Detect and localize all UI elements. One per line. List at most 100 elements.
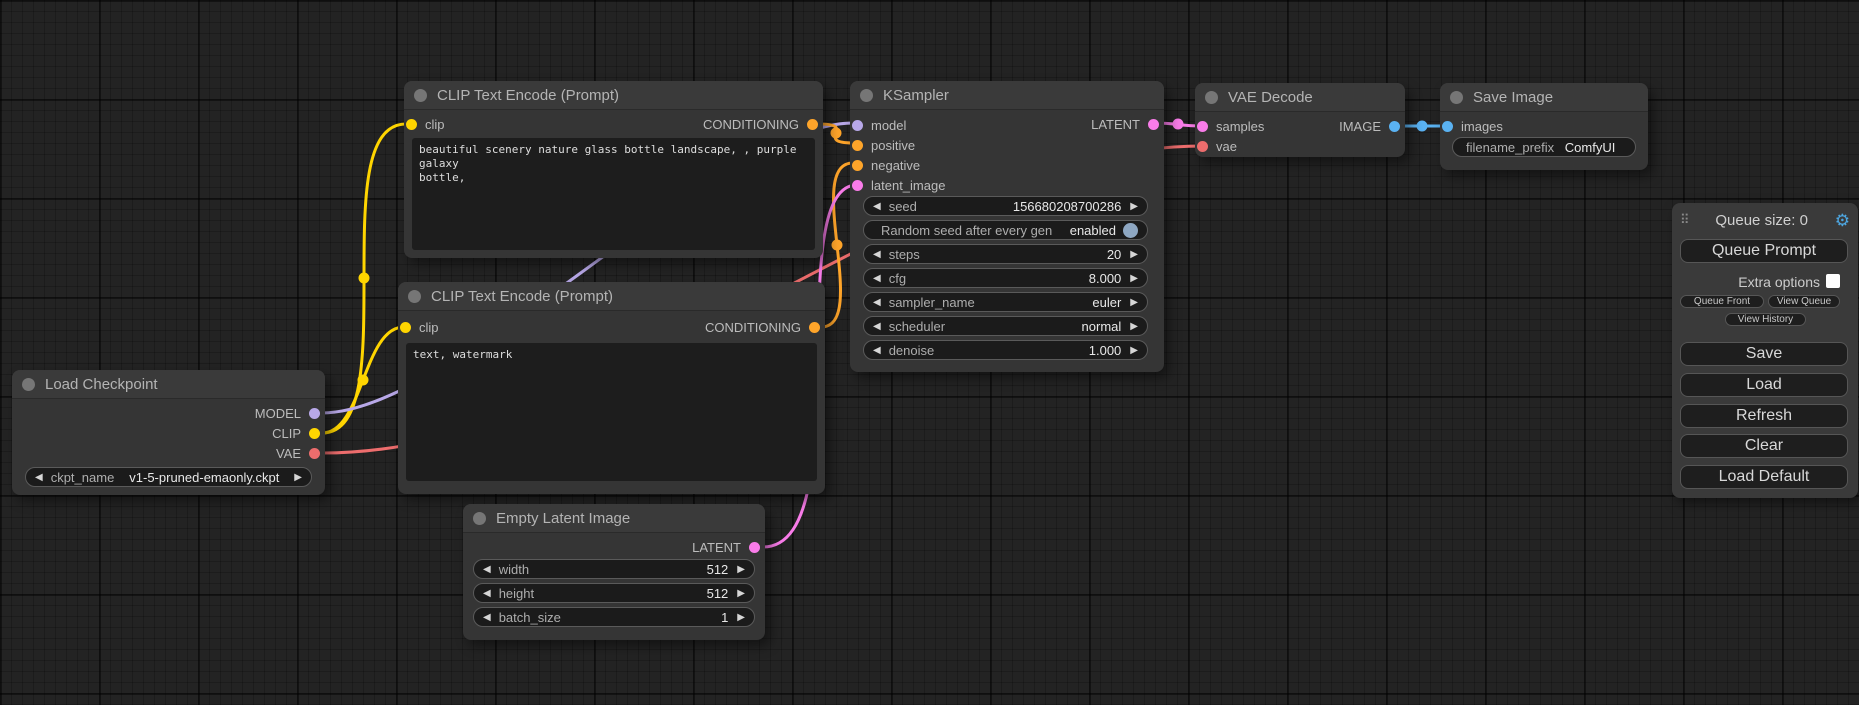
node-titlebar[interactable]: CLIP Text Encode (Prompt) xyxy=(398,282,825,311)
node-clip-text-encode-negative[interactable]: CLIP Text Encode (Prompt) clip CONDITION… xyxy=(398,282,825,494)
right-arrow-icon[interactable]: ▶ xyxy=(1130,321,1138,332)
input-model: model xyxy=(852,117,906,133)
clip-port-icon[interactable] xyxy=(400,322,411,333)
steps-widget[interactable]: ◀ steps 20 ▶ xyxy=(863,244,1148,264)
node-titlebar[interactable]: Load Checkpoint xyxy=(12,370,325,399)
right-arrow-icon[interactable]: ▶ xyxy=(737,612,745,623)
right-arrow-icon[interactable]: ▶ xyxy=(1130,345,1138,356)
node-empty-latent-image[interactable]: Empty Latent Image LATENT ◀ width 512 ▶ … xyxy=(463,504,765,640)
random-seed-toggle-icon[interactable] xyxy=(1123,223,1138,238)
node-title: Load Checkpoint xyxy=(45,376,158,393)
right-arrow-icon[interactable]: ▶ xyxy=(1130,201,1138,212)
right-arrow-icon[interactable]: ▶ xyxy=(737,588,745,599)
height-widget[interactable]: ◀ height 512 ▶ xyxy=(473,583,755,603)
right-arrow-icon[interactable]: ▶ xyxy=(1130,273,1138,284)
queue-prompt-button[interactable]: Queue Prompt xyxy=(1680,239,1848,263)
right-arrow-icon[interactable]: ▶ xyxy=(1130,297,1138,308)
input-vae: vae xyxy=(1197,138,1237,154)
extra-options-checkbox[interactable] xyxy=(1826,274,1840,288)
collapse-dot-icon[interactable] xyxy=(860,89,873,102)
scheduler-widget[interactable]: ◀ scheduler normal ▶ xyxy=(863,316,1148,336)
left-arrow-icon[interactable]: ◀ xyxy=(35,472,43,483)
width-widget[interactable]: ◀ width 512 ▶ xyxy=(473,559,755,579)
collapse-dot-icon[interactable] xyxy=(414,89,427,102)
view-history-button[interactable]: View History xyxy=(1725,313,1806,326)
filename-prefix-widget[interactable]: filename_prefix ComfyUI xyxy=(1452,137,1636,157)
node-title: KSampler xyxy=(883,87,949,104)
left-arrow-icon[interactable]: ◀ xyxy=(873,321,881,332)
conditioning-port-icon[interactable] xyxy=(807,119,818,130)
queue-front-button[interactable]: Queue Front xyxy=(1680,295,1764,308)
model-port-icon[interactable] xyxy=(852,120,863,131)
right-arrow-icon[interactable]: ▶ xyxy=(737,564,745,575)
save-button[interactable]: Save xyxy=(1680,342,1848,366)
node-load-checkpoint[interactable]: Load Checkpoint MODEL CLIP VAE ◀ ckpt_na… xyxy=(12,370,325,495)
conditioning-port-icon[interactable] xyxy=(852,160,863,171)
output-vae: VAE xyxy=(276,445,320,461)
vae-port-icon[interactable] xyxy=(309,448,320,459)
node-titlebar[interactable]: VAE Decode xyxy=(1195,83,1405,112)
refresh-button[interactable]: Refresh xyxy=(1680,404,1848,428)
conditioning-port-icon[interactable] xyxy=(809,322,820,333)
latent-port-icon[interactable] xyxy=(1148,119,1159,130)
node-ksampler[interactable]: KSampler model LATENT positive negative … xyxy=(850,81,1164,372)
vae-port-icon[interactable] xyxy=(1197,141,1208,152)
node-title: VAE Decode xyxy=(1228,89,1313,106)
right-arrow-icon[interactable]: ▶ xyxy=(1130,249,1138,260)
collapse-dot-icon[interactable] xyxy=(408,290,421,303)
node-vae-decode[interactable]: VAE Decode samples IMAGE vae xyxy=(1195,83,1405,157)
left-arrow-icon[interactable]: ◀ xyxy=(873,345,881,356)
latent-port-icon[interactable] xyxy=(852,180,863,191)
node-title: CLIP Text Encode (Prompt) xyxy=(431,288,613,305)
input-clip: clip xyxy=(406,116,445,132)
right-arrow-icon[interactable]: ▶ xyxy=(294,472,302,483)
left-arrow-icon[interactable]: ◀ xyxy=(873,273,881,284)
collapse-dot-icon[interactable] xyxy=(1205,91,1218,104)
ckpt-name-widget[interactable]: ◀ ckpt_name v1-5-pruned-emaonly.ckpt ▶ xyxy=(25,467,312,487)
clip-port-icon[interactable] xyxy=(406,119,417,130)
left-arrow-icon[interactable]: ◀ xyxy=(483,612,491,623)
left-arrow-icon[interactable]: ◀ xyxy=(873,201,881,212)
node-titlebar[interactable]: Save Image xyxy=(1440,83,1648,112)
left-arrow-icon[interactable]: ◀ xyxy=(483,588,491,599)
clear-button[interactable]: Clear xyxy=(1680,434,1848,458)
denoise-widget[interactable]: ◀ denoise 1.000 ▶ xyxy=(863,340,1148,360)
conditioning-port-icon[interactable] xyxy=(852,140,863,151)
collapse-dot-icon[interactable] xyxy=(22,378,35,391)
cfg-widget[interactable]: ◀ cfg 8.000 ▶ xyxy=(863,268,1148,288)
batch-size-widget[interactable]: ◀ batch_size 1 ▶ xyxy=(473,607,755,627)
left-arrow-icon[interactable]: ◀ xyxy=(873,249,881,260)
load-button[interactable]: Load xyxy=(1680,373,1848,397)
random-seed-toggle[interactable]: Random seed after every gen enabled xyxy=(863,220,1148,240)
queue-size-label: Queue size: 0 xyxy=(1689,212,1835,229)
collapse-dot-icon[interactable] xyxy=(1450,91,1463,104)
node-graph-canvas[interactable]: Load Checkpoint MODEL CLIP VAE ◀ ckpt_na… xyxy=(0,0,1859,705)
seed-widget[interactable]: ◀ seed 156680208700286 ▶ xyxy=(863,196,1148,216)
output-conditioning: CONDITIONING xyxy=(705,319,820,335)
latent-port-icon[interactable] xyxy=(1197,121,1208,132)
input-positive: positive xyxy=(852,137,915,153)
model-port-icon[interactable] xyxy=(309,408,320,419)
drag-handle-icon[interactable]: ⠿ xyxy=(1680,212,1689,228)
sampler-name-widget[interactable]: ◀ sampler_name euler ▶ xyxy=(863,292,1148,312)
clip-port-icon[interactable] xyxy=(309,428,320,439)
left-arrow-icon[interactable]: ◀ xyxy=(483,564,491,575)
left-arrow-icon[interactable]: ◀ xyxy=(873,297,881,308)
node-titlebar[interactable]: CLIP Text Encode (Prompt) xyxy=(404,81,823,110)
view-queue-button[interactable]: View Queue xyxy=(1768,295,1840,308)
prompt-textarea[interactable]: beautiful scenery nature glass bottle la… xyxy=(412,138,815,250)
node-titlebar[interactable]: KSampler xyxy=(850,81,1164,110)
node-title: CLIP Text Encode (Prompt) xyxy=(437,87,619,104)
node-save-image[interactable]: Save Image images filename_prefix ComfyU… xyxy=(1440,83,1648,170)
output-latent: LATENT xyxy=(1091,116,1159,132)
load-default-button[interactable]: Load Default xyxy=(1680,465,1848,489)
prompt-textarea[interactable]: text, watermark xyxy=(406,343,817,481)
collapse-dot-icon[interactable] xyxy=(473,512,486,525)
node-titlebar[interactable]: Empty Latent Image xyxy=(463,504,765,533)
image-port-icon[interactable] xyxy=(1389,121,1400,132)
latent-port-icon[interactable] xyxy=(749,542,760,553)
node-clip-text-encode-positive[interactable]: CLIP Text Encode (Prompt) clip CONDITION… xyxy=(404,81,823,258)
gear-icon[interactable]: ⚙ xyxy=(1835,212,1850,229)
input-negative: negative xyxy=(852,157,920,173)
image-port-icon[interactable] xyxy=(1442,121,1453,132)
